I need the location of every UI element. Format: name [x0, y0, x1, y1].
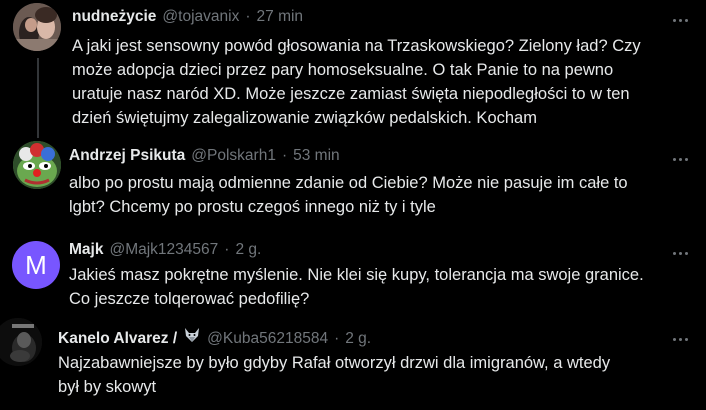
separator-dot: ·: [334, 330, 340, 347]
timestamp[interactable]: 53 min: [293, 147, 340, 165]
separator-dot: ·: [224, 241, 230, 258]
more-options-icon[interactable]: [668, 12, 692, 28]
tweet-2[interactable]: Andrzej Psikuta @Polskarh1 · 53 min albo…: [0, 140, 706, 230]
timestamp[interactable]: 27 min: [257, 8, 304, 26]
wolf-emoji-icon: [183, 327, 201, 343]
author-handle[interactable]: @Majk1234567: [109, 241, 218, 259]
dark-photo-avatar-icon: [0, 318, 42, 366]
avatar[interactable]: [0, 318, 42, 366]
tweet-text: Najzabawniejsze by było gdyby Rafał otwo…: [58, 354, 611, 396]
separator-dot: ·: [281, 147, 288, 164]
author-name[interactable]: nudneżycie: [72, 8, 156, 26]
tweet-text: albo po prostu mają odmienne zdanie od C…: [69, 174, 628, 216]
author-handle[interactable]: @Kuba56218584: [207, 330, 328, 348]
avatar[interactable]: [13, 3, 61, 51]
author-name[interactable]: Kanelo Alvarez /: [58, 330, 177, 348]
author-name[interactable]: Andrzej Psikuta: [69, 147, 185, 165]
author-handle[interactable]: @tojavanix: [162, 8, 239, 26]
separator-dot: ·: [245, 8, 251, 25]
avatar[interactable]: [13, 141, 61, 189]
timestamp[interactable]: 2 g.: [345, 330, 371, 348]
more-options-icon[interactable]: [668, 151, 692, 167]
more-options-icon[interactable]: [668, 331, 692, 347]
avatar-letter: M: [25, 249, 47, 280]
profile-photo-icon: [13, 3, 61, 51]
tweet-1[interactable]: nudneżycie @tojavanix · 27 min A jaki je…: [0, 0, 706, 138]
author-handle[interactable]: @Polskarh1: [191, 147, 276, 165]
pepe-clown-avatar-icon: [13, 141, 61, 189]
tweet-3[interactable]: M Majk @Majk1234567 · 2 g. Jakieś masz p…: [0, 232, 706, 320]
tweet-text: A jaki jest sensowny powód głosowania na…: [72, 37, 641, 127]
avatar[interactable]: M: [12, 241, 60, 289]
author-name[interactable]: Majk: [69, 241, 103, 259]
more-options-icon[interactable]: [668, 245, 692, 261]
tweet-text: Jakieś masz pokrętne myślenie. Nie klei …: [69, 266, 644, 308]
tweet-4[interactable]: Kanelo Alvarez / @Kuba56218584 · 2 g. Na…: [0, 318, 706, 410]
timestamp[interactable]: 2 g.: [235, 241, 261, 259]
